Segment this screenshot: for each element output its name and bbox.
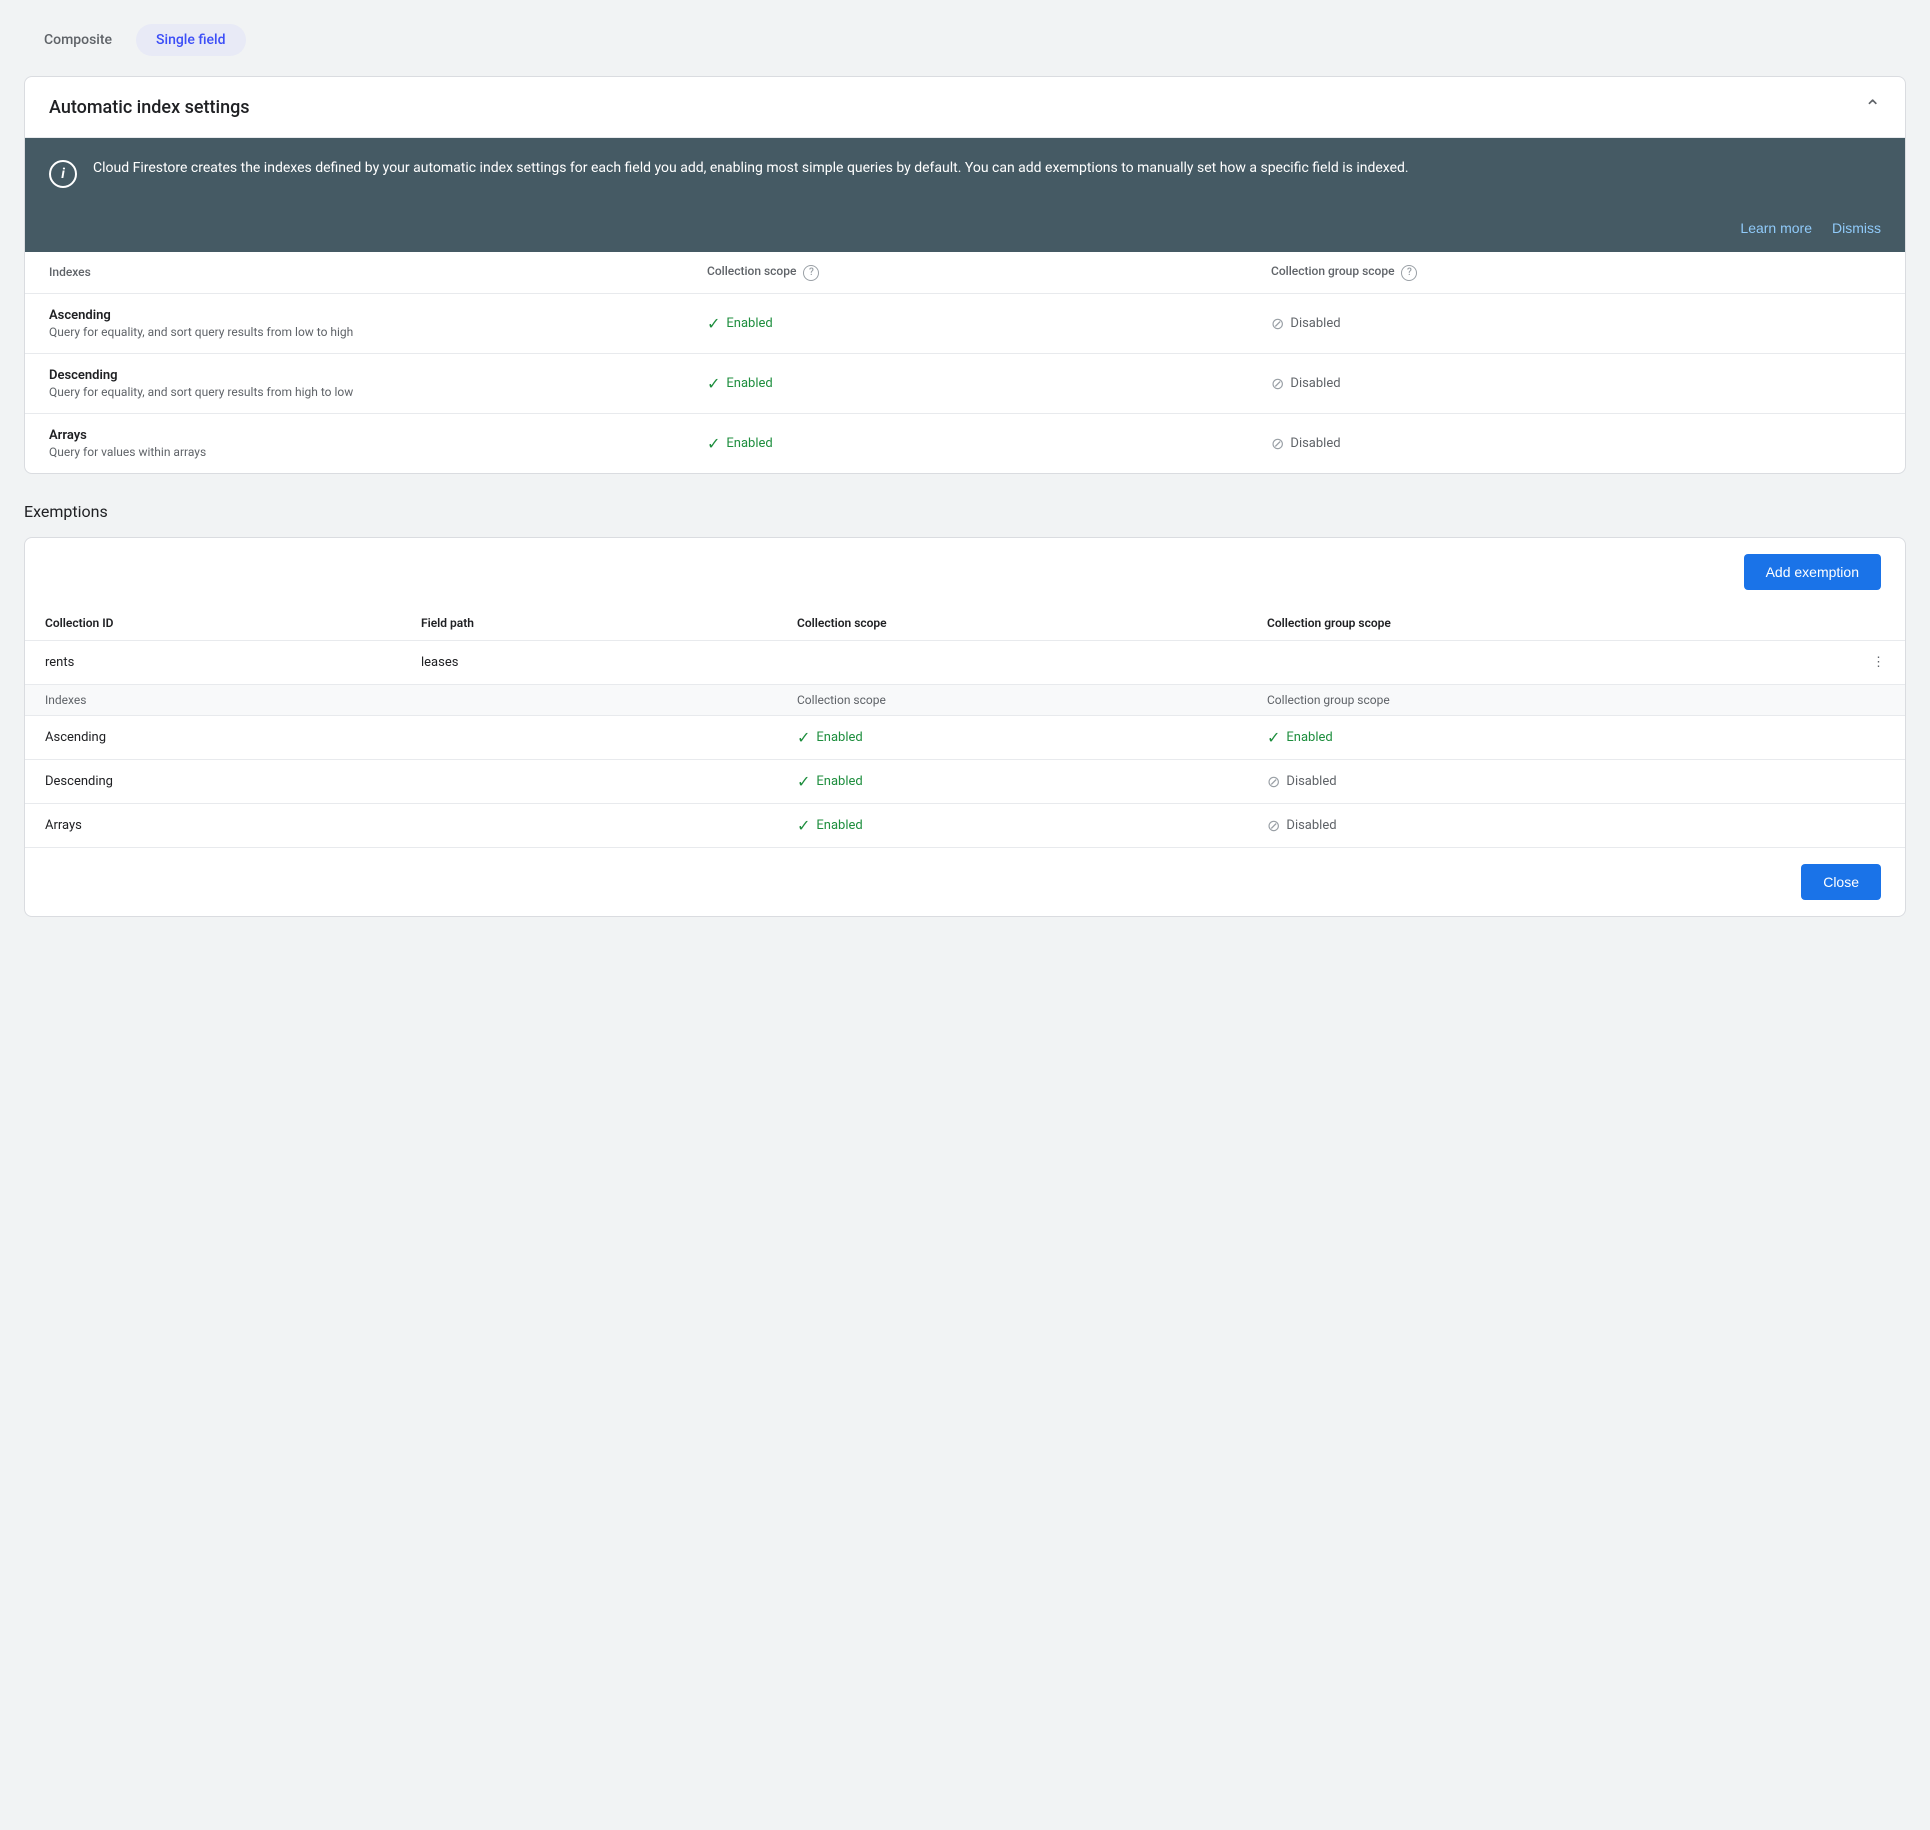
card-header: Automatic index settings ⌃ [25,77,1905,138]
sub-collection-status-enabled: ✓ Enabled [797,816,1227,835]
col-group-scope: Collection group scope [1247,606,1811,641]
disabled-icon: ⊘ [1271,314,1284,333]
check-icon: ✓ [707,434,720,453]
group-scope-help-icon[interactable]: ? [1401,265,1417,281]
index-name: Arrays [49,428,659,443]
tab-bar: Composite Single field [24,24,1906,56]
disabled-icon: ⊘ [1267,816,1280,835]
index-name: Ascending [49,308,659,323]
disabled-icon: ⊘ [1267,772,1280,791]
group-status-disabled: ⊘ Disabled [1271,374,1881,393]
info-text: Cloud Firestore creates the indexes defi… [93,158,1881,179]
sub-group-status-enabled: ✓ Enabled [1267,728,1885,747]
collection-status-enabled: ✓ Enabled [707,314,1223,333]
check-icon: ✓ [797,816,810,835]
exemption-row-rents: rents leases ⋮ [25,640,1905,684]
group-status-disabled: ⊘ Disabled [1271,314,1881,333]
info-actions: Learn more Dismiss [25,208,1905,252]
sub-col-indexes: Indexes [25,685,401,716]
collection-status-enabled: ✓ Enabled [707,434,1223,453]
col-header-group: Collection group scope ? [1247,252,1905,293]
exemptions-title: Exemptions [24,502,1906,521]
sub-group-status-disabled: ⊘ Disabled [1267,816,1885,835]
col-field-path: Field path [401,606,777,641]
sub-collection-status-enabled: ✓ Enabled [797,772,1227,791]
index-name: Descending [49,368,659,383]
sub-table-row: Ascending ✓ Enabled ✓ Enabled [25,715,1905,759]
disabled-icon: ⊘ [1271,374,1284,393]
add-exemption-button[interactable]: Add exemption [1744,554,1881,590]
dismiss-button[interactable]: Dismiss [1832,220,1881,236]
index-table-row: Ascending Query for equality, and sort qu… [25,293,1905,353]
exemptions-card: Add exemption Collection ID Field path C… [24,537,1906,917]
col-header-indexes: Indexes [25,252,683,293]
sub-index-name: Ascending [25,715,401,759]
collection-scope-help-icon[interactable]: ? [803,265,819,281]
col-header-collection: Collection scope ? [683,252,1247,293]
learn-more-button[interactable]: Learn more [1740,220,1812,236]
rents-collection-scope [777,640,1247,684]
index-table-row: Descending Query for equality, and sort q… [25,353,1905,413]
index-desc: Query for equality, and sort query resul… [49,325,659,339]
sub-index-name: Arrays [25,803,401,847]
check-icon: ✓ [707,314,720,333]
exemptions-main-table: Collection ID Field path Collection scop… [25,606,1905,685]
index-table: Indexes Collection scope ? Collection gr… [25,252,1905,473]
more-options-icon[interactable]: ⋮ [1811,640,1905,684]
col-collection-scope: Collection scope [777,606,1247,641]
collection-status-enabled: ✓ Enabled [707,374,1223,393]
index-table-row: Arrays Query for values within arrays ✓ En… [25,413,1905,473]
rents-field-path: leases [401,640,777,684]
sub-col-collection: Collection scope [777,685,1247,716]
card-title: Automatic index settings [49,97,250,118]
tab-single-field[interactable]: Single field [136,24,245,56]
sub-collection-status-enabled: ✓ Enabled [797,728,1227,747]
index-desc: Query for values within arrays [49,445,659,459]
check-icon: ✓ [797,772,810,791]
automatic-index-card: Automatic index settings ⌃ i Cloud Fires… [24,76,1906,474]
sub-table-row: Descending ✓ Enabled ⊘ Disabled [25,759,1905,803]
sub-col-group: Collection group scope [1247,685,1905,716]
collapse-icon[interactable]: ⌃ [1864,95,1881,119]
exemptions-section: Exemptions Add exemption Collection ID F… [24,502,1906,917]
group-status-disabled: ⊘ Disabled [1271,434,1881,453]
sub-col-empty [401,685,777,716]
index-desc: Query for equality, and sort query resul… [49,385,659,399]
rents-collection-id: rents [25,640,401,684]
tab-composite[interactable]: Composite [24,24,132,56]
disabled-icon: ⊘ [1271,434,1284,453]
exemptions-header: Add exemption [25,538,1905,606]
check-icon: ✓ [1267,728,1280,747]
sub-table-row: Arrays ✓ Enabled ⊘ Disabled [25,803,1905,847]
exemption-sub-table: Indexes Collection scope Collection grou… [25,685,1905,847]
card-footer: Close [25,847,1905,916]
info-banner: i Cloud Firestore creates the indexes de… [25,138,1905,208]
check-icon: ✓ [707,374,720,393]
check-icon: ✓ [797,728,810,747]
close-button[interactable]: Close [1801,864,1881,900]
sub-group-status-disabled: ⊘ Disabled [1267,772,1885,791]
info-icon: i [49,160,77,188]
sub-index-name: Descending [25,759,401,803]
col-collection-id: Collection ID [25,606,401,641]
rents-group-scope [1247,640,1811,684]
